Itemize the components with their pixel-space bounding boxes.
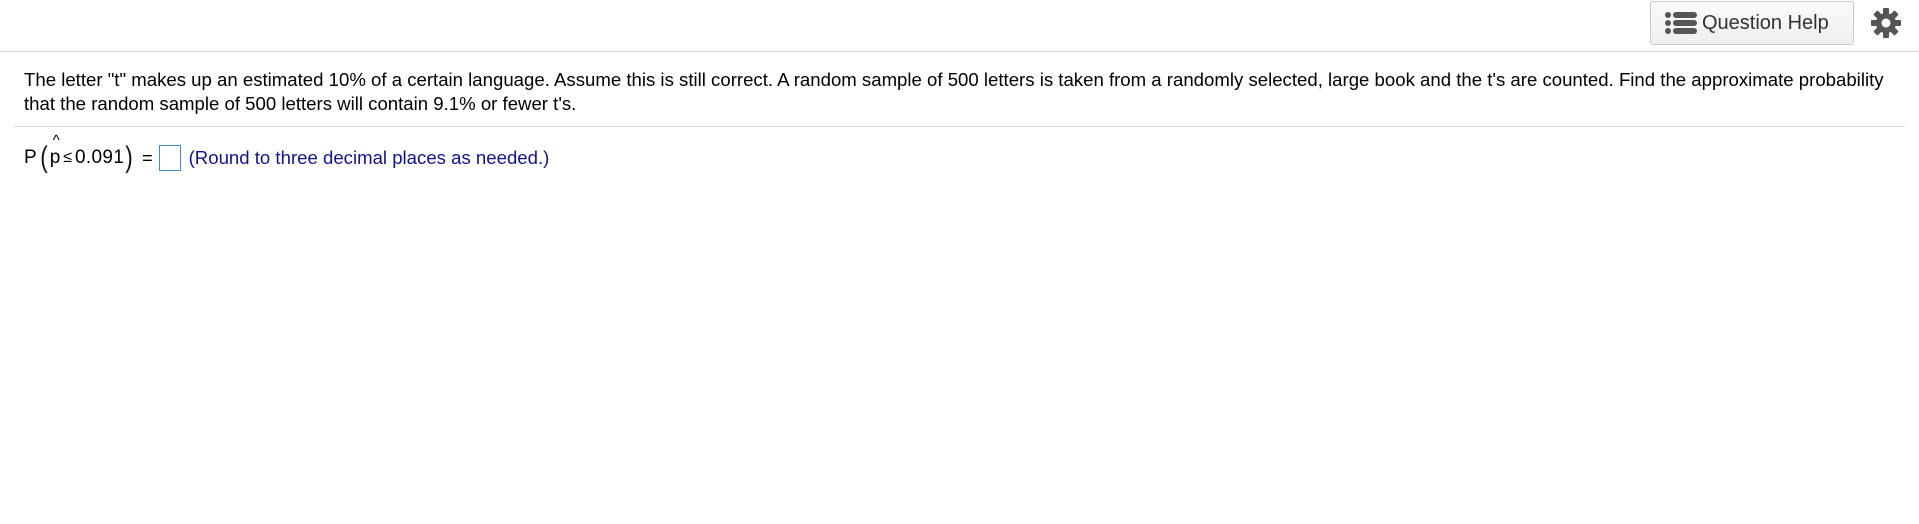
question-help-label: Question Help — [1702, 11, 1829, 34]
open-paren: ( — [39, 141, 48, 174]
equals-sign: = — [142, 147, 153, 168]
question-help-button[interactable]: Question Help — [1650, 1, 1854, 45]
rounding-hint: (Round to three decimal places as needed… — [188, 147, 550, 168]
top-toolbar: Question Help — [0, 0, 1919, 52]
probability-symbol: P — [24, 147, 37, 168]
close-paren: ) — [125, 141, 133, 174]
answer-input[interactable] — [158, 145, 181, 171]
less-equal-symbol: ≤ — [63, 149, 73, 166]
answer-row: P ( ^ p ≤ 0.091 ) = (Round to three deci… — [24, 132, 550, 176]
question-page: Question Help The letter "t" makes up an… — [0, 0, 1919, 524]
threshold-value: 0.091 — [75, 147, 125, 168]
list-icon — [1665, 12, 1697, 34]
divider — [14, 126, 1905, 127]
gear-icon[interactable] — [1870, 7, 1902, 39]
hat-accent: ^ — [52, 132, 60, 149]
probability-expression: P ( ^ p ≤ 0.091 ) — [24, 132, 134, 174]
p-hat-variable: ^ p — [49, 132, 61, 169]
question-text: The letter "t" makes up an estimated 10%… — [24, 69, 1884, 114]
variable-p: p — [49, 147, 61, 168]
